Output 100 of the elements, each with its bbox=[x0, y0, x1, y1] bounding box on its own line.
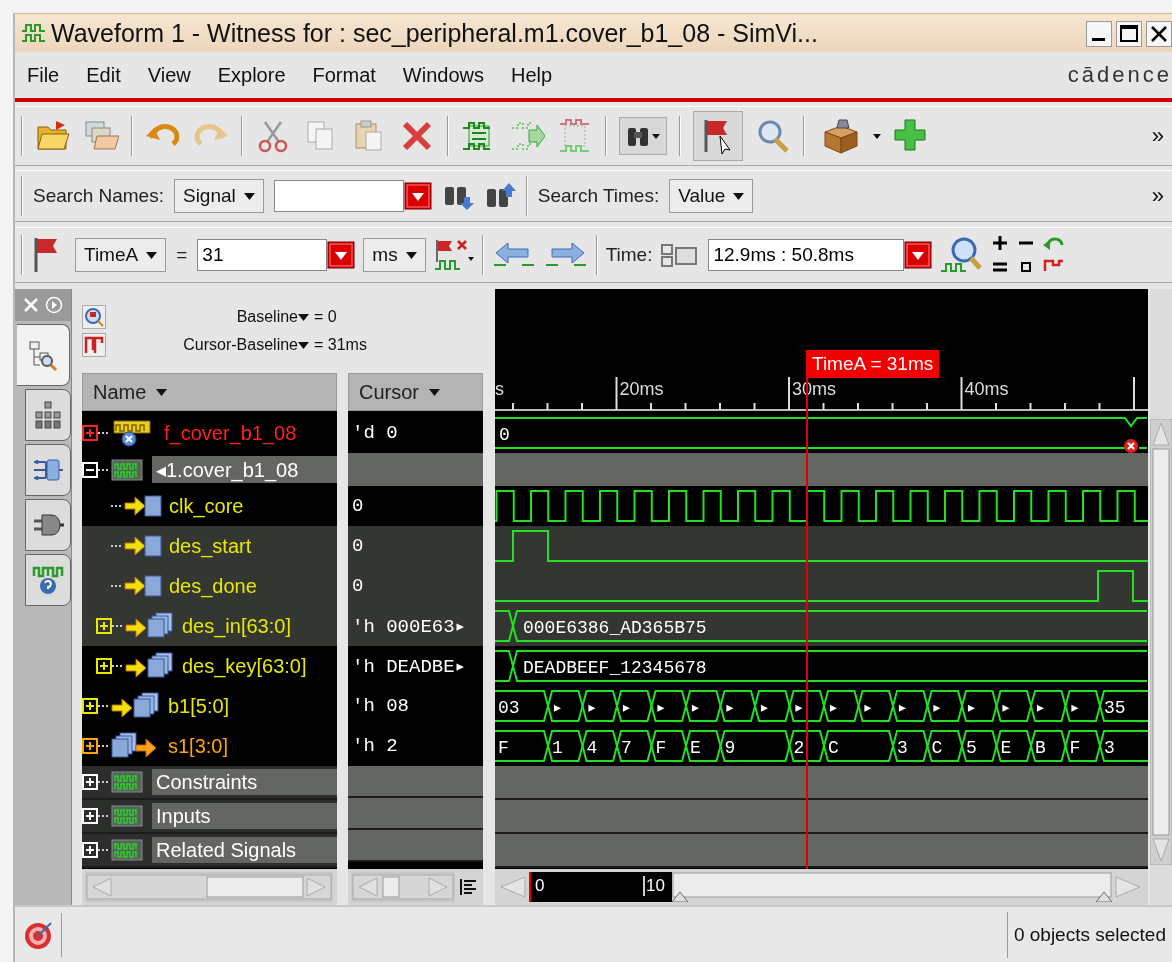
play-icon[interactable] bbox=[45, 296, 63, 314]
horizontal-scrollbar[interactable] bbox=[85, 872, 333, 902]
column-header[interactable]: Cursor bbox=[348, 373, 483, 411]
close-icon[interactable] bbox=[23, 297, 39, 313]
equals-sign: = bbox=[176, 244, 188, 266]
caret-icon bbox=[652, 133, 660, 139]
menu-item[interactable]: Explore bbox=[217, 63, 286, 87]
zoom-icon[interactable] bbox=[940, 235, 985, 275]
bus-value: DEADBEEF_12345678 bbox=[523, 658, 707, 678]
cursor-cell: 0 bbox=[348, 566, 483, 606]
bus-value: ▸ bbox=[586, 698, 598, 718]
side-tab[interactable] bbox=[25, 499, 71, 551]
caret-icon[interactable] bbox=[298, 341, 309, 349]
vertical-scrollbar[interactable] bbox=[1150, 419, 1172, 865]
side-tab[interactable] bbox=[25, 444, 71, 496]
flag-wave-icon[interactable] bbox=[433, 237, 474, 273]
signal-name[interactable]: clk_core bbox=[169, 494, 244, 518]
cursor-baseline-icon[interactable] bbox=[82, 333, 106, 357]
scope-dropdown[interactable]: Signal bbox=[173, 179, 264, 213]
time-range-field[interactable]: 12.9ms : 50.8ms bbox=[708, 239, 905, 271]
group-name[interactable]: Inputs bbox=[156, 804, 211, 828]
cursor-marker[interactable]: TimeA = 31ms bbox=[806, 350, 940, 378]
menu-item[interactable]: Format bbox=[312, 63, 376, 87]
search-type-dropdown[interactable]: Value bbox=[669, 179, 754, 213]
side-tab[interactable] bbox=[25, 554, 71, 606]
signal-name[interactable]: des_start bbox=[169, 534, 252, 558]
align-icon[interactable] bbox=[459, 877, 479, 897]
waveform-icon bbox=[21, 22, 47, 44]
bus-value: ▸ bbox=[966, 698, 977, 718]
bus-value: ▸ bbox=[552, 698, 563, 718]
minimize-button[interactable] bbox=[1086, 21, 1112, 47]
dropdown-button[interactable] bbox=[904, 241, 933, 269]
signal-name[interactable]: b1[5:0] bbox=[168, 694, 230, 718]
zoom-in-icon[interactable] bbox=[992, 235, 1009, 251]
bus-value: ▸ bbox=[793, 698, 805, 718]
overflow-button[interactable]: » bbox=[1151, 123, 1172, 149]
bus-value: C bbox=[828, 738, 839, 758]
bus-value: 3 bbox=[1104, 738, 1115, 758]
bus-value: 3 bbox=[897, 738, 908, 758]
time-label: Time: bbox=[605, 244, 653, 266]
caret-icon[interactable] bbox=[298, 313, 309, 321]
tick-label: 20ms bbox=[619, 379, 664, 400]
cursor-time-field[interactable]: 31 bbox=[197, 239, 328, 271]
cursor-cell: 'h 000E63▸ bbox=[348, 606, 483, 646]
menu-item[interactable]: File bbox=[27, 63, 60, 87]
dropdown-button[interactable] bbox=[327, 241, 356, 269]
input-signal-icon bbox=[123, 532, 163, 560]
caret-icon bbox=[733, 192, 745, 200]
search-field[interactable] bbox=[273, 180, 404, 212]
side-tab[interactable] bbox=[17, 324, 70, 386]
bus-value: 0 bbox=[499, 425, 510, 445]
bus-value: 7 bbox=[621, 738, 632, 758]
bus-value: 35 bbox=[1104, 698, 1126, 718]
signal-name[interactable]: s1[3:0] bbox=[168, 734, 229, 758]
overview-tick-label: 10 bbox=[643, 876, 665, 896]
maximize-button[interactable] bbox=[1116, 21, 1142, 47]
time-range-scrollbar[interactable] bbox=[672, 872, 1112, 902]
input-bus-icon bbox=[124, 612, 176, 640]
bus-value: F bbox=[655, 738, 667, 758]
input-bus-icon bbox=[124, 652, 176, 680]
menu-item[interactable]: Windows bbox=[402, 63, 484, 87]
target-icon[interactable] bbox=[23, 919, 53, 950]
cursor-cell: 0 bbox=[348, 526, 483, 566]
dropdown-button[interactable] bbox=[403, 182, 432, 210]
caret-icon bbox=[146, 251, 158, 259]
menu-item[interactable]: Edit bbox=[86, 63, 121, 87]
input-bus-icon bbox=[110, 692, 162, 720]
close-button[interactable] bbox=[1146, 21, 1172, 47]
menu-item[interactable]: View bbox=[147, 63, 191, 87]
search-times-label: Search Times: bbox=[537, 185, 660, 207]
caret-icon bbox=[156, 388, 168, 396]
bus-value: F bbox=[498, 738, 509, 758]
horizontal-scrollbar[interactable] bbox=[351, 872, 455, 902]
signal-name[interactable]: des_key[63:0] bbox=[182, 654, 307, 678]
bus-value: 4 bbox=[586, 738, 598, 758]
bus-value: ▸ bbox=[655, 698, 667, 718]
find-menu-button[interactable] bbox=[619, 117, 667, 155]
bus-value: 1 bbox=[552, 738, 563, 758]
baseline-icon[interactable] bbox=[82, 305, 106, 329]
bus-value: ▸ bbox=[759, 698, 770, 718]
side-tab[interactable] bbox=[25, 389, 71, 441]
unit-dropdown[interactable]: ms bbox=[363, 238, 426, 272]
error-icon bbox=[1124, 439, 1138, 453]
cursor-tool-button[interactable] bbox=[693, 111, 743, 161]
menu-item[interactable]: Help bbox=[511, 63, 553, 87]
bus-value: ▸ bbox=[931, 698, 943, 718]
cursor-baseline-label: Cursor-Baseline bbox=[182, 336, 298, 354]
expand-icon[interactable] bbox=[82, 738, 98, 754]
overflow-button[interactable]: » bbox=[1151, 183, 1172, 209]
signal-name[interactable]: f_cover_b1_08 bbox=[164, 421, 297, 445]
search-names-label: Search Names: bbox=[33, 185, 164, 207]
bus-value: C bbox=[931, 738, 943, 758]
cursor-dropdown[interactable]: TimeA bbox=[75, 238, 167, 272]
overview-tick-label: 0 bbox=[534, 876, 545, 896]
bus-value: B bbox=[1035, 738, 1046, 758]
collapse-icon[interactable] bbox=[82, 461, 98, 478]
column-header[interactable]: Name bbox=[82, 373, 337, 411]
plus-icon[interactable] bbox=[893, 118, 929, 154]
bus-value: ▸ bbox=[621, 698, 632, 718]
bus-value: ▸ bbox=[690, 698, 701, 718]
